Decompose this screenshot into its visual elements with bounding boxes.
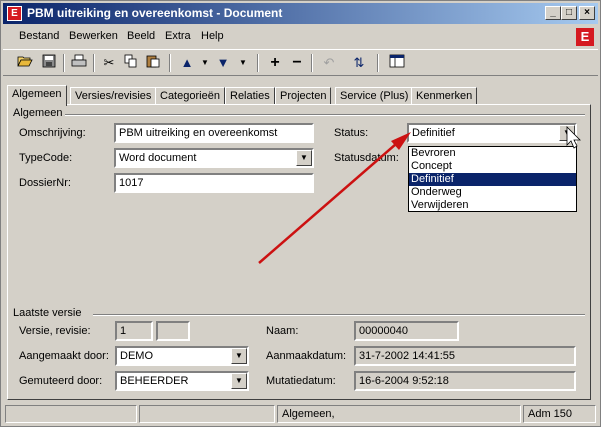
save-icon[interactable]: [39, 54, 59, 72]
menu-help[interactable]: Help: [201, 30, 224, 42]
toolbar-separator: [311, 54, 313, 72]
dropdown-icon[interactable]: ▼: [233, 54, 253, 72]
aanmaakdatum-label: Aanmaakdatum:: [266, 350, 347, 362]
omschrijving-input[interactable]: PBM uitreiking en overeenkomst: [114, 123, 314, 143]
mutatiedatum-field: 16-6-2004 9:52:18: [354, 371, 576, 391]
aanmaakdatum-field: 31-7-2002 14:41:55: [354, 346, 576, 366]
status-option[interactable]: Onderweg: [409, 186, 576, 199]
status-label: Status:: [334, 127, 369, 139]
status-value: Definitief: [412, 127, 455, 139]
naam-field: 00000040: [354, 321, 459, 341]
refresh-icon[interactable]: ⇅: [349, 54, 369, 72]
tab-categorieen[interactable]: Categorieën: [155, 87, 225, 105]
menu-bestand[interactable]: Bestand: [19, 30, 59, 42]
window-title: PBM uitreiking en overeenkomst - Documen…: [27, 6, 283, 20]
aangemaakt-door-select[interactable]: DEMO ▼: [115, 346, 249, 366]
mutatiedatum-label: Mutatiedatum:: [266, 375, 336, 387]
status-cell-4: Adm 150: [523, 405, 596, 423]
group-divider: [93, 314, 585, 316]
maximize-button[interactable]: □: [561, 6, 577, 20]
chevron-down-icon[interactable]: ▼: [231, 348, 247, 364]
minus-icon[interactable]: −: [287, 54, 307, 72]
status-option[interactable]: Bevroren: [409, 147, 576, 160]
chevron-down-icon[interactable]: ▼: [559, 125, 575, 141]
toolbar: ✂ ▲ ▼ ▼ ▼ + − ↶ ⇅: [3, 49, 598, 76]
status-select[interactable]: Definitief ▼: [407, 123, 577, 143]
revisie-field: [156, 321, 190, 341]
app-logo-icon[interactable]: E: [7, 6, 22, 21]
gemuteerd-door-value: BEHEERDER: [120, 375, 189, 387]
gemuteerd-door-select[interactable]: BEHEERDER ▼: [115, 371, 249, 391]
brand-logo: E: [576, 28, 594, 46]
tab-projecten[interactable]: Projecten: [275, 87, 332, 105]
cut-icon[interactable]: ✂: [99, 54, 119, 72]
print-icon[interactable]: [69, 54, 89, 72]
minimize-button[interactable]: _: [545, 6, 561, 20]
menu-beeld[interactable]: Beeld: [127, 30, 155, 42]
status-cell-2: [139, 405, 275, 423]
omschrijving-label: Omschrijving:: [19, 127, 86, 139]
tab-algemeen[interactable]: Algemeen: [7, 85, 67, 106]
status-option[interactable]: Concept: [409, 160, 576, 173]
toolbar-separator: [377, 54, 379, 72]
chevron-down-icon[interactable]: ▼: [296, 150, 312, 166]
window-icon[interactable]: [387, 54, 407, 72]
paste-icon[interactable]: [143, 54, 163, 72]
chevron-down-icon[interactable]: ▼: [231, 373, 247, 389]
tab-kenmerken[interactable]: Kenmerken: [411, 87, 478, 105]
toolbar-separator: [63, 54, 65, 72]
open-folder-icon[interactable]: [15, 54, 35, 72]
group-divider: [65, 114, 585, 116]
toolbar-separator: [93, 54, 95, 72]
status-option-selected[interactable]: Definitief: [409, 173, 576, 186]
aangemaakt-door-label: Aangemaakt door:: [19, 350, 109, 362]
status-cell-1: [5, 405, 137, 423]
undo-icon[interactable]: ↶: [319, 54, 339, 72]
typecode-value: Word document: [119, 152, 197, 164]
toolbar-separator: [169, 54, 171, 72]
plus-icon[interactable]: +: [265, 54, 285, 72]
statusdatum-label: Statusdatum:: [334, 152, 399, 164]
typecode-select[interactable]: Word document ▼: [114, 148, 314, 168]
menu-bar: Bestand Bewerken Beeld Extra Help: [3, 27, 598, 47]
toolbar-separator: [257, 54, 259, 72]
close-button[interactable]: ×: [579, 6, 595, 20]
gemuteerd-door-label: Gemuteerd door:: [19, 375, 103, 387]
dossiernr-label: DossierNr:: [19, 177, 71, 189]
title-bar: E PBM uitreiking en overeenkomst - Docum…: [3, 3, 598, 24]
tab-relaties[interactable]: Relaties: [225, 87, 275, 105]
group-title-laatste-versie: Laatste versie: [13, 307, 82, 319]
menu-extra[interactable]: Extra: [165, 30, 191, 42]
versie-revisie-label: Versie, revisie:: [19, 325, 91, 337]
versie-field: 1: [115, 321, 153, 341]
tab-versies-revisies[interactable]: Versies/revisies: [70, 87, 157, 105]
arrow-up-icon[interactable]: ▲: [177, 54, 197, 72]
status-bar: Algemeen, Adm 150: [3, 404, 598, 424]
copy-icon[interactable]: [121, 54, 141, 72]
tab-service-plus[interactable]: Service (Plus): [335, 87, 414, 105]
application-window: E PBM uitreiking en overeenkomst - Docum…: [0, 0, 601, 427]
status-option[interactable]: Verwijderen: [409, 199, 576, 212]
naam-label: Naam:: [266, 325, 299, 337]
status-dropdown-list: Bevroren Concept Definitief Onderweg Ver…: [408, 146, 577, 212]
dossiernr-input[interactable]: 1017: [114, 173, 314, 193]
dropdown-icon[interactable]: ▼: [195, 54, 215, 72]
arrow-down-icon[interactable]: ▼: [213, 54, 233, 72]
typecode-label: TypeCode:: [19, 152, 73, 164]
aangemaakt-door-value: DEMO: [120, 350, 153, 362]
status-cell-3: Algemeen,: [277, 405, 521, 423]
menu-bewerken[interactable]: Bewerken: [69, 30, 118, 42]
group-title-algemeen: Algemeen: [13, 107, 63, 119]
